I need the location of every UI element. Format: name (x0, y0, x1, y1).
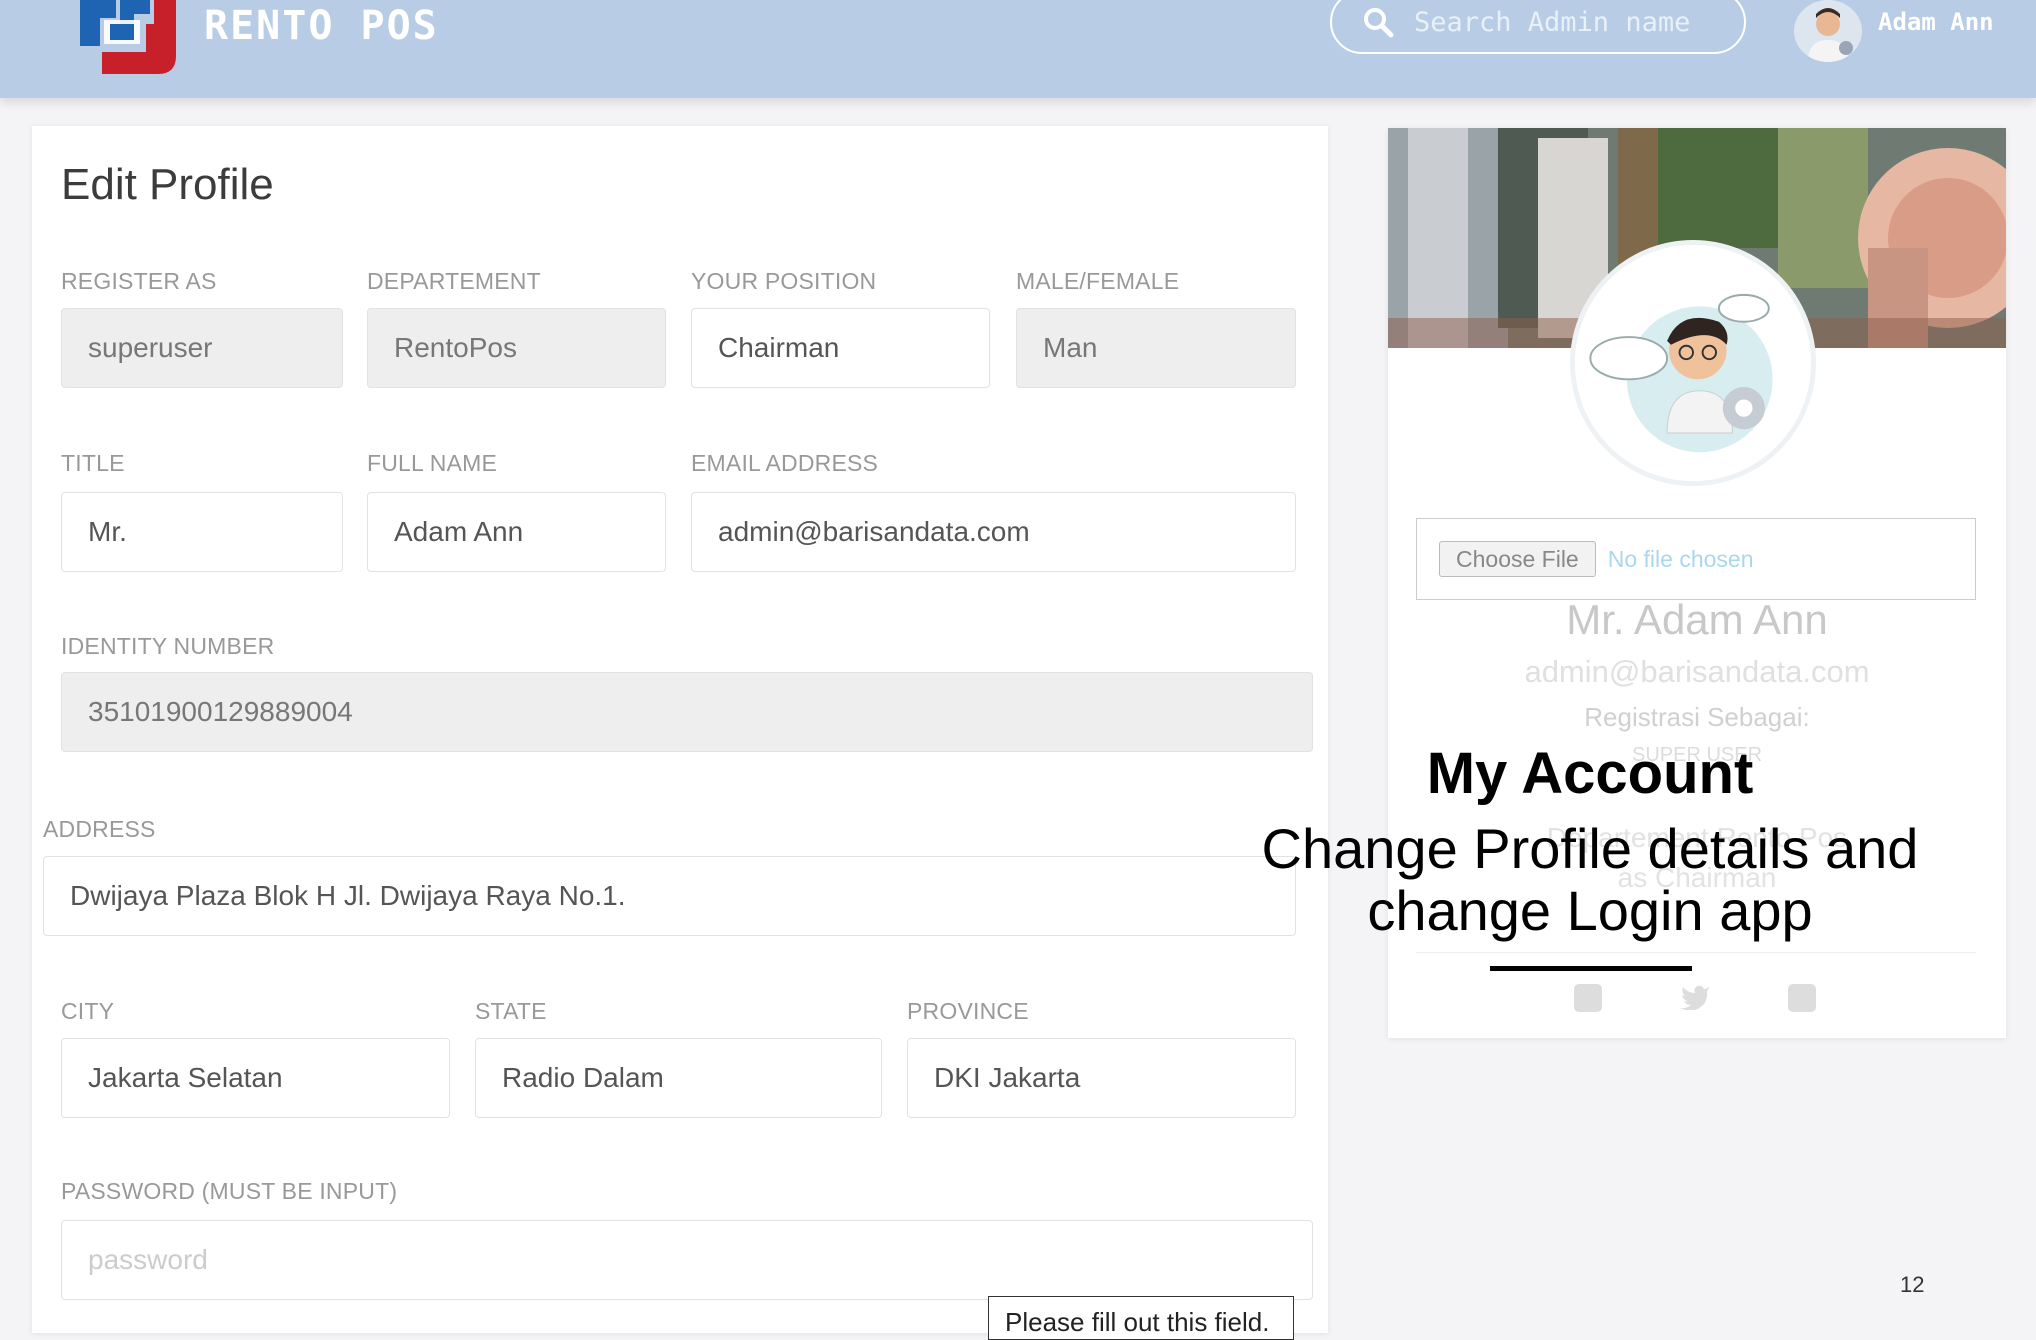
register-as-label: REGISTER AS (61, 268, 217, 294)
search-input[interactable] (1412, 5, 1716, 39)
city-label: CITY (61, 998, 115, 1024)
facebook-icon[interactable] (1574, 984, 1602, 1012)
overlay-subtitle: Change Profile details and change Login … (1210, 818, 1970, 942)
choose-file-button[interactable]: Choose File (1439, 541, 1596, 577)
position-field[interactable] (691, 308, 990, 388)
gender-field[interactable] (1016, 308, 1296, 388)
brand-name: RENTO POS (204, 3, 439, 49)
profile-divider (1416, 952, 1976, 953)
password-field[interactable] (61, 1220, 1313, 1300)
overlay-underline (1490, 966, 1692, 971)
search-icon (1364, 8, 1394, 38)
twitter-icon[interactable] (1680, 984, 1710, 1010)
header-user-name[interactable]: Adam Ann (1878, 8, 1994, 36)
state-field[interactable] (475, 1038, 882, 1118)
overlay-subtitle-line2: change Login app (1367, 879, 1813, 942)
register-as-field[interactable] (61, 308, 343, 388)
google-plus-icon[interactable] (1788, 984, 1816, 1012)
rento-logo-icon (80, 0, 176, 74)
address-label: ADDRESS (43, 816, 156, 842)
full-name-label: FULL NAME (367, 450, 498, 476)
top-navbar: RENTO POS Adam Ann (0, 0, 2036, 98)
search-box[interactable] (1330, 0, 1746, 54)
identity-field[interactable] (61, 672, 1313, 752)
gender-label: MALE/FEMALE (1016, 268, 1180, 294)
province-label: PROVINCE (907, 998, 1029, 1024)
department-label: DEPARTEMENT (367, 268, 541, 294)
province-field[interactable] (907, 1038, 1296, 1118)
avatar-illustration (1575, 245, 1811, 481)
validation-tooltip: Please fill out this field. (988, 1296, 1294, 1340)
password-label: PASSWORD (MUST BE INPUT) (61, 1178, 398, 1204)
overlay-title: My Account (1426, 741, 1754, 806)
position-label: YOUR POSITION (691, 268, 877, 294)
profile-registered-label: Registrasi Sebagai: (1584, 702, 1810, 732)
email-field[interactable] (691, 492, 1296, 572)
city-field[interactable] (61, 1038, 450, 1118)
profile-avatar[interactable] (1570, 240, 1816, 486)
address-field[interactable] (43, 856, 1296, 936)
identity-label: IDENTITY NUMBER (61, 633, 275, 659)
profile-name: Mr. Adam Ann (1566, 596, 1828, 643)
overlay-subtitle-line1: Change Profile details and (1261, 817, 1919, 880)
full-name-field[interactable] (367, 492, 666, 572)
email-label: EMAIL ADDRESS (691, 450, 879, 476)
page-title: Edit Profile (61, 160, 274, 209)
state-label: STATE (475, 998, 547, 1024)
department-field[interactable] (367, 308, 666, 388)
avatar-image (1808, 8, 1853, 62)
user-avatar[interactable] (1794, 0, 1862, 62)
title-field[interactable] (61, 492, 343, 572)
page-number: 12 (1900, 1272, 1925, 1297)
file-upload[interactable]: Choose File No file chosen (1416, 518, 1976, 600)
file-status: No file chosen (1607, 545, 1754, 572)
profile-email: admin@barisandata.com (1524, 654, 1870, 689)
title-label: TITLE (61, 450, 125, 476)
